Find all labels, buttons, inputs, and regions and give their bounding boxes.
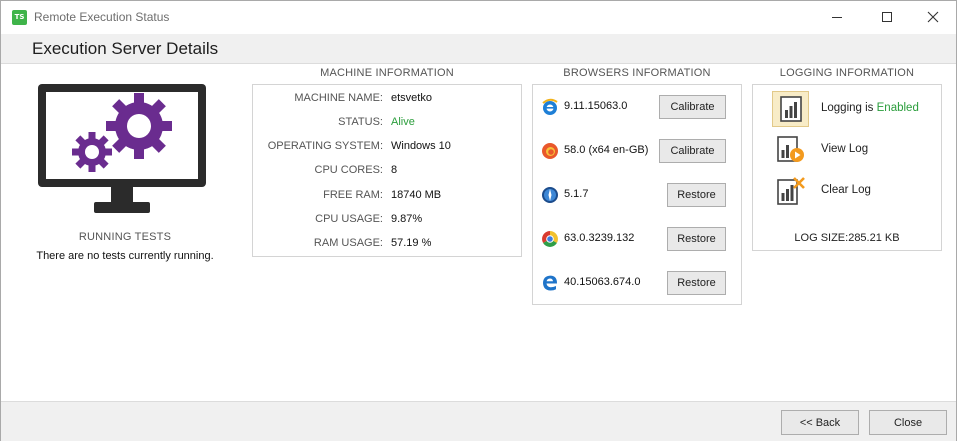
machine-name-label: MACHINE NAME: <box>294 92 383 104</box>
monitor-gears-icon <box>38 84 206 213</box>
browser-row: 40.15063.674.0 Restore <box>533 268 741 298</box>
machine-name-row: MACHINE NAME: etsvetko <box>253 92 521 108</box>
minimize-button[interactable] <box>814 1 860 33</box>
view-log-icon <box>776 136 804 162</box>
view-log-label[interactable]: View Log <box>821 143 868 155</box>
internet-explorer-icon <box>542 98 558 115</box>
minimize-icon <box>832 16 842 18</box>
chrome-icon <box>542 231 558 247</box>
log-chart-icon <box>779 96 802 122</box>
log-size: LOG SIZE:285.21 KB <box>794 232 900 244</box>
os-value: Windows 10 <box>391 140 451 152</box>
browser-version: 9.11.15063.0 <box>564 100 628 112</box>
ram-usage-row: RAM USAGE: 57.19 % <box>253 237 521 253</box>
calibrate-button[interactable]: Calibrate <box>659 139 726 163</box>
browser-row: 58.0 (x64 en-GB) Calibrate <box>533 136 741 166</box>
logging-toggle[interactable]: Logging is Enabled <box>753 91 941 127</box>
close-icon <box>927 11 939 23</box>
browsers-info-panel: 9.11.15063.0 Calibrate 58.0 (x64 en-GB) … <box>532 84 742 305</box>
machine-name-value: etsvetko <box>391 92 432 104</box>
logging-status-label: Logging is <box>821 102 874 114</box>
logging-status: Logging is Enabled <box>821 102 919 114</box>
status-value: Alive <box>391 116 415 128</box>
logging-info-panel: Logging is Enabled View Log Clear Log LO… <box>752 84 942 251</box>
logging-info-heading: LOGGING INFORMATION <box>779 67 915 79</box>
view-log-row[interactable]: View Log <box>753 132 941 168</box>
page-header: Execution Server Details <box>1 34 956 64</box>
calibrate-button[interactable]: Calibrate <box>659 95 726 119</box>
cpu-usage-label: CPU USAGE: <box>315 213 383 225</box>
maximize-button[interactable] <box>864 1 910 33</box>
machine-info-panel: MACHINE NAME: etsvetko STATUS: Alive OPE… <box>252 84 522 257</box>
restore-button[interactable]: Restore <box>667 183 726 207</box>
browser-version: 58.0 (x64 en-GB) <box>564 144 649 156</box>
browser-version: 40.15063.674.0 <box>564 276 641 288</box>
cpu-cores-label: CPU CORES: <box>314 164 383 176</box>
remote-execution-status-window: TS Remote Execution Status Execution Ser… <box>0 0 957 441</box>
free-ram-label: FREE RAM: <box>323 189 383 201</box>
clear-log-icon <box>776 177 805 205</box>
back-button[interactable]: << Back <box>781 410 859 435</box>
browser-version: 5.1.7 <box>564 188 589 200</box>
running-tests-message: There are no tests currently running. <box>36 250 214 262</box>
cpu-usage-row: CPU USAGE: 9.87% <box>253 213 521 229</box>
browser-row: 9.11.15063.0 Calibrate <box>533 92 741 122</box>
browser-version: 63.0.3239.132 <box>564 232 635 244</box>
free-ram-row: FREE RAM: 18740 MB <box>253 189 521 205</box>
machine-info-heading: MACHINE INFORMATION <box>320 67 454 79</box>
browser-row: 5.1.7 Restore <box>533 180 741 210</box>
window-title: Remote Execution Status <box>34 10 170 24</box>
view-log-button[interactable] <box>772 132 809 168</box>
title-bar[interactable]: TS Remote Execution Status <box>1 1 956 34</box>
browser-row: 63.0.3239.132 Restore <box>533 224 741 254</box>
clear-log-label[interactable]: Clear Log <box>821 184 871 196</box>
status-label: STATUS: <box>338 116 383 128</box>
cpu-cores-row: CPU CORES: 8 <box>253 164 521 180</box>
clear-log-button[interactable] <box>772 173 809 209</box>
logging-toggle-button[interactable] <box>772 91 809 127</box>
restore-button[interactable]: Restore <box>667 271 726 295</box>
os-row: OPERATING SYSTEM: Windows 10 <box>253 140 521 156</box>
browsers-info-heading: BROWSERS INFORMATION <box>563 67 711 79</box>
edge-icon <box>543 275 558 291</box>
close-button[interactable]: Close <box>869 410 947 435</box>
clear-log-row[interactable]: Clear Log <box>753 173 941 209</box>
ram-usage-label: RAM USAGE: <box>313 237 383 249</box>
safari-icon <box>542 187 558 203</box>
footer-bar: << Back Close <box>1 401 956 441</box>
page-title: Execution Server Details <box>32 39 219 58</box>
cpu-usage-value: 9.87% <box>391 213 423 225</box>
status-row: STATUS: Alive <box>253 116 521 132</box>
logging-status-value: Enabled <box>876 102 919 114</box>
free-ram-value: 18740 MB <box>391 189 442 201</box>
running-tests-heading: RUNNING TESTS <box>78 231 172 243</box>
close-window-button[interactable] <box>910 1 956 33</box>
ram-usage-value: 57.19 % <box>391 237 432 249</box>
cpu-cores-value: 8 <box>391 164 398 176</box>
app-icon: TS <box>12 10 27 25</box>
restore-button[interactable]: Restore <box>667 227 726 251</box>
os-label: OPERATING SYSTEM: <box>267 140 383 152</box>
maximize-icon <box>882 12 892 22</box>
firefox-icon <box>542 143 558 159</box>
